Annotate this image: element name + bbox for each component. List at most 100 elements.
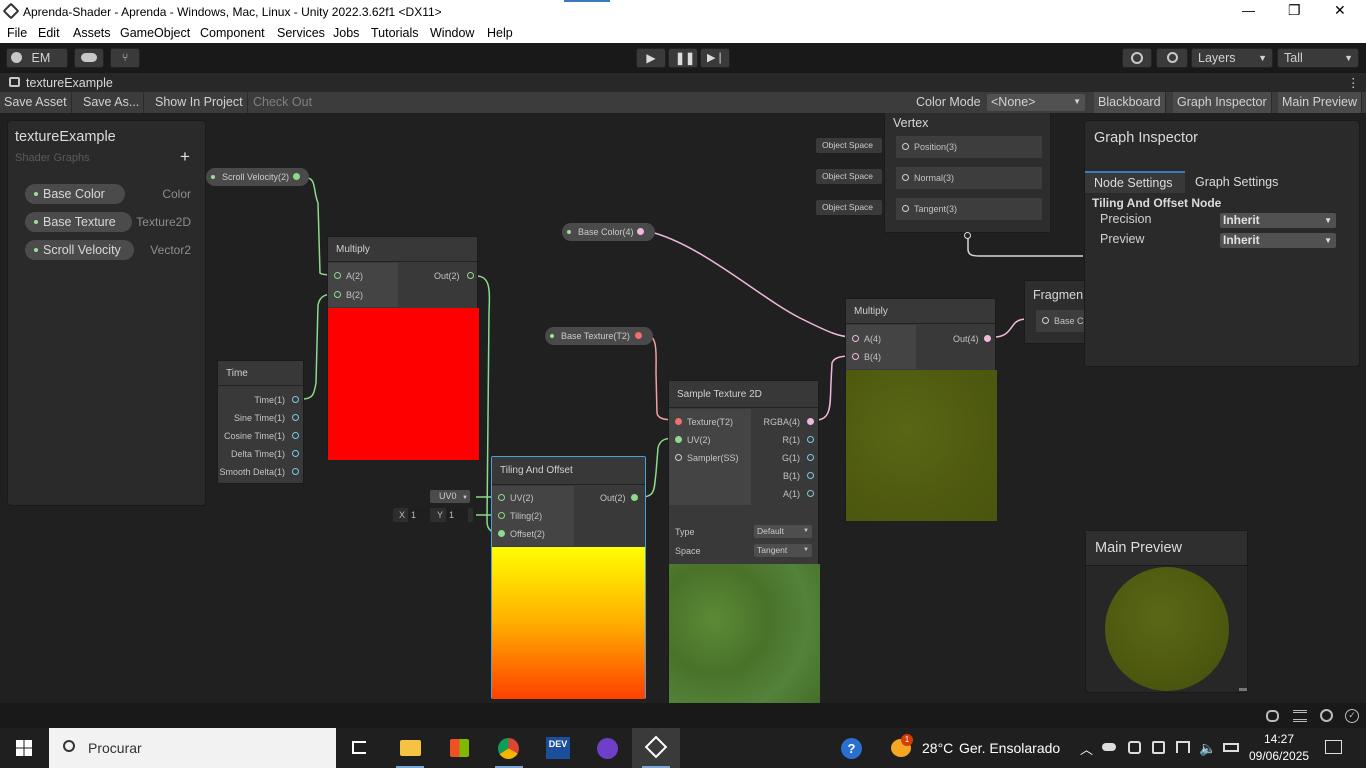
menu-tutorials[interactable]: Tutorials	[371, 26, 418, 40]
vertex-position-row[interactable]: Position(3)	[896, 136, 1042, 158]
input-port-icon[interactable]	[902, 143, 909, 150]
undo-history-button[interactable]	[1122, 48, 1152, 68]
input-port-icon[interactable]	[498, 530, 505, 537]
menu-gameobject[interactable]: GameObject	[120, 26, 190, 40]
multiply-node-2[interactable]: Multiply A(4) B(4) Out(4)	[845, 298, 997, 521]
help-icon[interactable]: ?	[841, 738, 862, 759]
minimize-button[interactable]: —	[1242, 3, 1255, 18]
layout-dropdown[interactable]: Tall ▼	[1277, 48, 1359, 68]
output-port-icon[interactable]	[467, 272, 474, 279]
base-color-node[interactable]: Base Color(4)	[562, 223, 655, 241]
search-input[interactable]: Procurar	[88, 740, 142, 756]
show-in-project-button[interactable]: Show In Project	[151, 92, 248, 113]
scroll-velocity-node[interactable]: Scroll Velocity(2)	[206, 168, 309, 186]
graph-inspector-toggle[interactable]: Graph Inspector	[1173, 92, 1272, 113]
menu-help[interactable]: Help	[487, 26, 513, 40]
output-port-icon[interactable]	[292, 414, 299, 421]
output-port-icon[interactable]	[292, 396, 299, 403]
vertex-block[interactable]: Vertex Position(3) Normal(3) Tangent(3)	[884, 113, 1051, 233]
chevron-up-icon[interactable]: ︿	[1080, 739, 1093, 758]
type-dropdown[interactable]: Default ▼	[754, 525, 812, 538]
object-space-field-3[interactable]: Object Space	[816, 200, 882, 215]
menu-window[interactable]: Window	[430, 26, 474, 40]
graph-canvas[interactable]: textureExample Shader Graphs + Base Colo…	[0, 113, 1366, 703]
unity-button[interactable]	[632, 728, 680, 768]
time-node[interactable]: Time Time(1) Sine Time(1) Cosine Time(1)…	[217, 360, 304, 484]
battery-icon[interactable]	[1223, 743, 1239, 752]
menu-jobs[interactable]: Jobs	[333, 26, 359, 40]
output-port-icon[interactable]	[807, 472, 814, 479]
wifi-icon[interactable]	[1176, 741, 1190, 753]
step-button[interactable]: ▶❘	[700, 48, 730, 68]
input-port-icon[interactable]	[902, 174, 909, 181]
notification-icon[interactable]	[1325, 740, 1342, 754]
vertex-tangent-row[interactable]: Tangent(3)	[896, 198, 1042, 220]
input-port-icon[interactable]	[675, 418, 682, 425]
menu-component[interactable]: Component	[200, 26, 265, 40]
input-port-icon[interactable]	[852, 353, 859, 360]
output-port-icon[interactable]	[631, 494, 638, 501]
base-texture-node[interactable]: Base Texture(T2)	[545, 327, 653, 345]
add-property-button[interactable]: +	[180, 147, 190, 167]
input-port-icon[interactable]	[675, 454, 682, 461]
output-port-icon[interactable]	[635, 332, 642, 339]
input-port-icon[interactable]	[334, 291, 341, 298]
multiply-node-1[interactable]: Multiply A(2) B(2) Out(2)	[327, 236, 479, 460]
object-space-field-1[interactable]: Object Space	[816, 138, 882, 153]
onedrive-icon[interactable]	[1102, 743, 1116, 751]
close-button[interactable]: ✕	[1334, 2, 1346, 19]
camera-icon[interactable]	[1128, 741, 1141, 754]
clock-date[interactable]: 09/06/2025	[1249, 749, 1309, 763]
object-space-field-2[interactable]: Object Space	[816, 169, 882, 184]
bluetooth-icon[interactable]	[1152, 741, 1165, 754]
network-icon[interactable]	[1320, 709, 1333, 722]
chrome-button[interactable]	[485, 728, 533, 768]
property-base-color[interactable]: Base Color	[25, 184, 125, 204]
vertex-normal-row[interactable]: Normal(3)	[896, 167, 1042, 189]
sample-texture-2d-node[interactable]: Sample Texture 2D Texture(T2) UV(2) Samp…	[668, 380, 820, 703]
layers-icon[interactable]	[1293, 710, 1307, 722]
tiling-offset-node[interactable]: Tiling And Offset UV(2) Tiling(2) Offset…	[491, 456, 646, 699]
debug-icon[interactable]	[1266, 710, 1279, 722]
blackboard-toggle[interactable]: Blackboard	[1094, 92, 1166, 113]
menu-assets[interactable]: Assets	[73, 26, 111, 40]
tab-more-button[interactable]: ⋮	[1347, 75, 1360, 90]
input-port-icon[interactable]	[852, 335, 859, 342]
volume-icon[interactable]: 🔈	[1199, 740, 1216, 757]
input-port-icon[interactable]	[1042, 317, 1049, 324]
resize-handle-icon[interactable]	[1239, 688, 1247, 691]
menu-edit[interactable]: Edit	[38, 26, 60, 40]
menu-services[interactable]: Services	[277, 26, 325, 40]
property-scroll-velocity[interactable]: Scroll Velocity	[25, 240, 134, 260]
input-port-icon[interactable]	[675, 436, 682, 443]
dev-app-button[interactable]: DEV	[534, 728, 582, 768]
file-explorer-button[interactable]	[386, 728, 434, 768]
output-port-icon[interactable]	[984, 335, 991, 342]
save-asset-button[interactable]: Save Asset	[0, 92, 72, 113]
weather-text[interactable]: Ger. Ensolarado	[959, 740, 1060, 756]
save-as-button[interactable]: Save As...	[79, 92, 145, 113]
search-button[interactable]	[1156, 48, 1188, 68]
space-dropdown[interactable]: Tangent ▼	[754, 544, 812, 557]
check-out-button[interactable]: Check Out	[249, 92, 316, 113]
output-port-icon[interactable]	[807, 490, 814, 497]
tiling-y-field[interactable]: 1	[446, 508, 468, 522]
output-port-icon[interactable]	[807, 454, 814, 461]
input-port-icon[interactable]	[498, 512, 505, 519]
precision-dropdown[interactable]: Inherit ▼	[1220, 213, 1336, 228]
tiling-x-field[interactable]: 1	[408, 508, 430, 522]
output-port-icon[interactable]	[292, 432, 299, 439]
color-mode-dropdown[interactable]: <None> ▼	[987, 94, 1085, 111]
output-port-icon[interactable]	[292, 468, 299, 475]
play-button[interactable]: ▶	[636, 48, 666, 68]
weather-temp[interactable]: 28°C	[922, 740, 953, 756]
preview-dropdown[interactable]: Inherit ▼	[1220, 233, 1336, 248]
store-button[interactable]	[435, 728, 483, 768]
tab-texture-example[interactable]: textureExample	[26, 76, 113, 90]
input-port-icon[interactable]	[334, 272, 341, 279]
output-port-icon[interactable]	[807, 436, 814, 443]
output-port-icon[interactable]	[637, 228, 644, 235]
layers-dropdown[interactable]: Layers ▼	[1191, 48, 1273, 68]
output-port-icon[interactable]	[807, 418, 814, 425]
menu-file[interactable]: File	[7, 26, 27, 40]
